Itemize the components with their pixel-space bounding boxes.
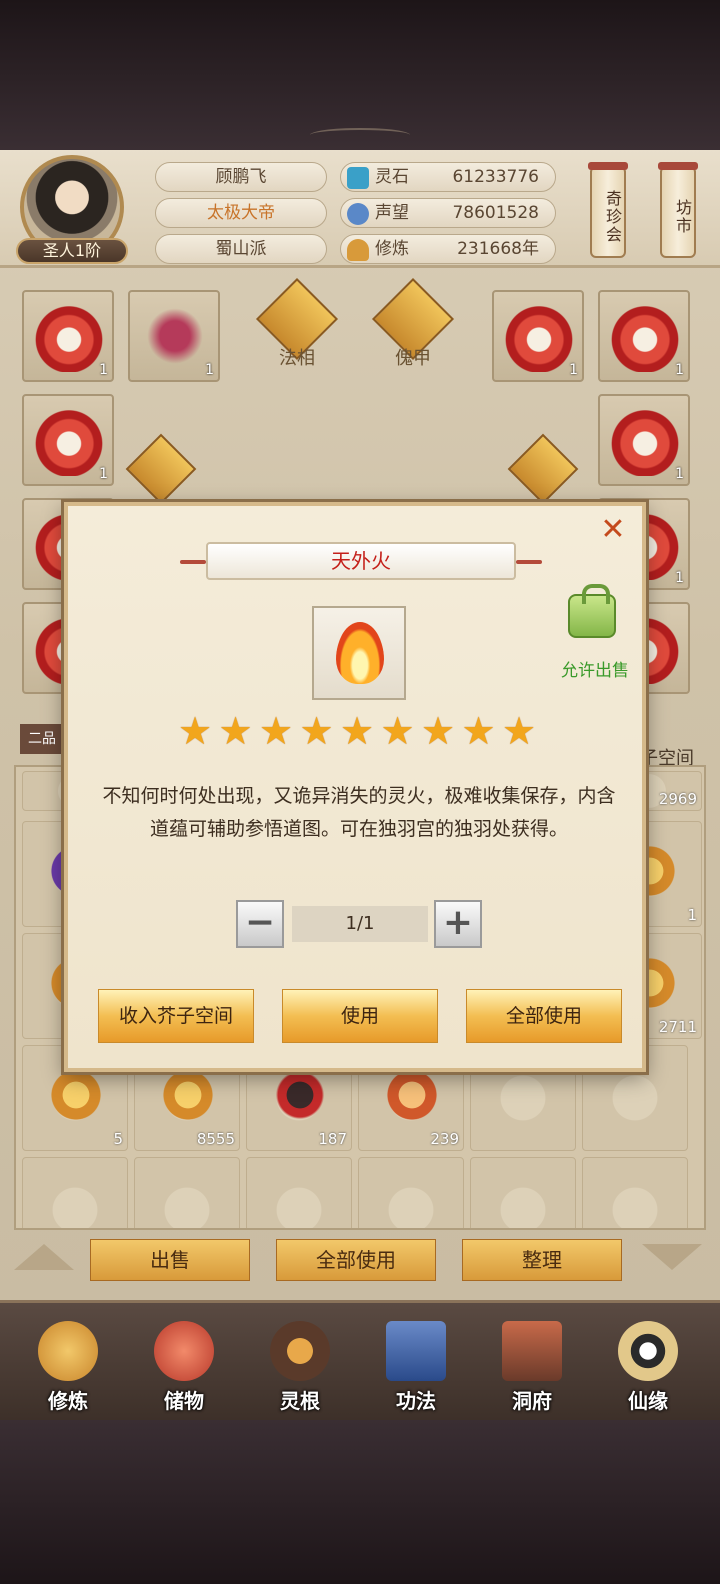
item-icon-frame bbox=[312, 606, 406, 700]
cultivation-icon bbox=[347, 239, 369, 261]
star-icon: ★ bbox=[340, 709, 375, 753]
bag-cell[interactable] bbox=[22, 1157, 128, 1228]
equip-slot[interactable]: 1 bbox=[598, 394, 690, 486]
bottom-band bbox=[0, 1420, 720, 1584]
treasure-fair-button[interactable]: 奇珍会 bbox=[588, 162, 628, 258]
use-all-dialog-button[interactable]: 全部使用 bbox=[466, 989, 622, 1043]
nav-storage[interactable]: 储物 bbox=[138, 1321, 230, 1421]
equip-slot[interactable]: 1 bbox=[22, 290, 114, 382]
cultivate-icon bbox=[38, 1321, 98, 1381]
sort-button[interactable]: 整理 bbox=[462, 1239, 622, 1281]
book-icon bbox=[386, 1321, 446, 1381]
nav-fate[interactable]: 仙缘 bbox=[602, 1321, 694, 1421]
grade-tab[interactable]: 二品 bbox=[20, 724, 64, 754]
puppet-armor-label: 傀甲 bbox=[395, 348, 431, 369]
bag-cell[interactable] bbox=[134, 1157, 240, 1228]
quantity-stepper: − 1/1 + bbox=[236, 900, 484, 950]
reputation-icon bbox=[347, 203, 369, 225]
equip-slot[interactable]: 1 bbox=[598, 290, 690, 382]
nav-spirit-root[interactable]: 灵根 bbox=[254, 1321, 346, 1421]
quantity-value[interactable]: 1/1 bbox=[292, 906, 428, 942]
bag-action-bar: 出售 全部使用 整理 bbox=[0, 1230, 720, 1300]
bag-cell[interactable] bbox=[246, 1157, 352, 1228]
item-title: 天外火 bbox=[331, 549, 391, 573]
spirit-root-icon bbox=[270, 1321, 330, 1381]
nav-cave[interactable]: 洞府 bbox=[486, 1321, 578, 1421]
star-icon: ★ bbox=[502, 709, 537, 753]
star-icon: ★ bbox=[178, 709, 213, 753]
bag-cell[interactable] bbox=[358, 1157, 464, 1228]
bag-cell[interactable] bbox=[582, 1157, 688, 1228]
player-sect: 蜀山派 bbox=[155, 234, 327, 264]
star-icon: ★ bbox=[218, 709, 253, 753]
equip-slot[interactable]: 1 bbox=[22, 394, 114, 486]
bag-cell[interactable] bbox=[470, 1157, 576, 1228]
flame-icon bbox=[336, 622, 384, 684]
star-icon: ★ bbox=[299, 709, 334, 753]
stat-cultivation: 修炼 231668年 bbox=[340, 234, 556, 264]
lock-icon[interactable] bbox=[568, 584, 616, 638]
market-button[interactable]: 坊市 bbox=[658, 162, 698, 258]
use-button[interactable]: 使用 bbox=[282, 989, 438, 1043]
item-description: 不知何时何处出现，又诡异消失的灵火，极难收集保存，内含道蕴可辅助参悟道图。可在独… bbox=[102, 785, 616, 840]
scroll-down-arrow[interactable] bbox=[642, 1244, 702, 1270]
stat-reputation: 声望 78601528 bbox=[340, 198, 556, 228]
equip-slot[interactable]: 1 bbox=[128, 290, 220, 382]
item-title-plate: 天外火 bbox=[180, 542, 542, 580]
fate-gourd-icon bbox=[618, 1321, 678, 1381]
bottom-nav: 修炼 储物 灵根 功法 洞府 仙缘 bbox=[0, 1300, 720, 1420]
nav-cultivate[interactable]: 修炼 bbox=[22, 1321, 114, 1421]
star-icon: ★ bbox=[461, 709, 496, 753]
player-name: 顾鹏飞 bbox=[155, 162, 327, 192]
stat-spirit-stone: 灵石 61233776 bbox=[340, 162, 556, 192]
frame-ornament bbox=[310, 128, 410, 142]
star-icon: ★ bbox=[380, 709, 415, 753]
plus-button[interactable]: + bbox=[434, 900, 482, 948]
use-all-button[interactable]: 全部使用 bbox=[276, 1239, 436, 1281]
allow-sell-label: 允许出售 bbox=[561, 661, 629, 681]
ring-icon[interactable] bbox=[125, 433, 197, 505]
rank-badge: 圣人1阶 bbox=[16, 238, 128, 264]
player-header: 圣人1阶 顾鹏飞 太极大帝 蜀山派 灵石 61233776 声望 7860152… bbox=[0, 150, 720, 268]
hat-icon[interactable] bbox=[507, 433, 579, 505]
star-icon: ★ bbox=[259, 709, 294, 753]
close-icon[interactable]: ✕ bbox=[598, 515, 628, 546]
item-detail-dialog: ✕ 天外火 允许出售 ★ ★ ★ ★ ★ ★ ★ ★ ★ 不知何时何处出现，又诡异消失的灵火，极… bbox=[64, 502, 646, 1072]
player-title: 太极大帝 bbox=[155, 198, 327, 228]
spirit-stone-icon bbox=[347, 167, 369, 189]
minus-button[interactable]: − bbox=[236, 900, 284, 948]
star-icon: ★ bbox=[421, 709, 456, 753]
sell-button[interactable]: 出售 bbox=[90, 1239, 250, 1281]
nav-techniques[interactable]: 功法 bbox=[370, 1321, 462, 1421]
dharma-form-label: 法相 bbox=[279, 348, 315, 369]
store-button[interactable]: 收入芥子空间 bbox=[98, 989, 254, 1043]
equip-slot[interactable]: 1 bbox=[492, 290, 584, 382]
star-rating: ★ ★ ★ ★ ★ ★ ★ ★ ★ bbox=[178, 712, 540, 752]
scroll-up-arrow[interactable] bbox=[14, 1244, 74, 1270]
storage-bag-icon bbox=[154, 1321, 214, 1381]
cave-icon bbox=[502, 1321, 562, 1381]
